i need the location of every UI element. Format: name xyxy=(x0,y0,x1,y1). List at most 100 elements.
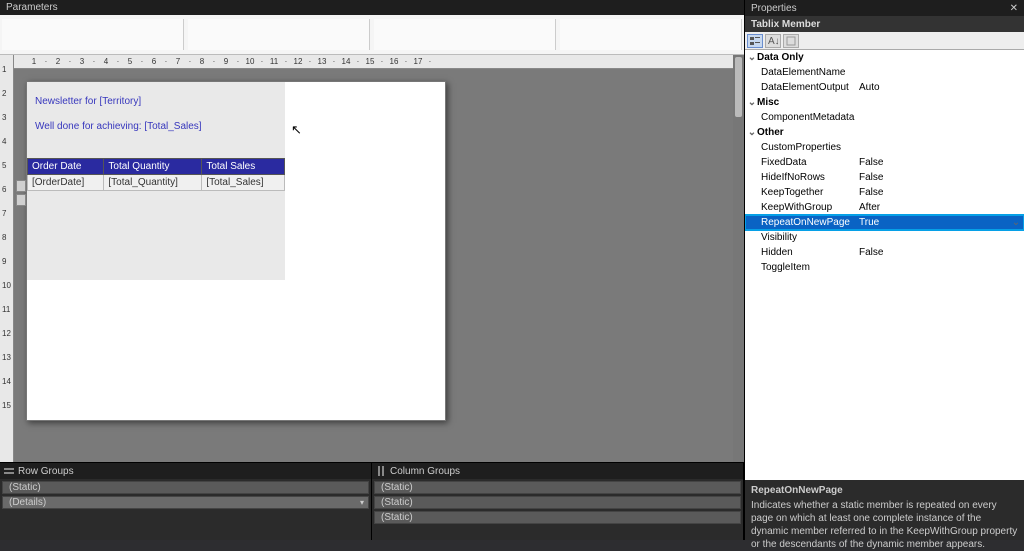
property-row[interactable]: CustomProperties xyxy=(745,140,1024,155)
property-category[interactable]: ⌄Data Only xyxy=(745,50,1024,65)
ruler-tick: 17 xyxy=(408,57,428,66)
column-group-item[interactable]: (Static) xyxy=(374,496,741,509)
property-name: ComponentMetadata xyxy=(745,112,855,123)
property-value[interactable]: False xyxy=(855,247,1024,258)
parameter-cell[interactable] xyxy=(560,19,742,50)
dropdown-icon[interactable]: ⌄ xyxy=(1008,217,1024,228)
close-icon[interactable]: ✕ xyxy=(1010,3,1018,14)
chevron-down-icon[interactable]: ▾ xyxy=(360,498,364,507)
column-header[interactable]: Total Sales xyxy=(202,159,285,175)
textbox-newsletter-subtitle[interactable]: Well done for achieving: [Total_Sales] xyxy=(35,121,277,132)
property-row[interactable]: DataElementName xyxy=(745,65,1024,80)
property-row[interactable]: KeepTogetherFalse xyxy=(745,185,1024,200)
data-cell[interactable]: [Total_Sales] xyxy=(202,175,285,191)
row-groups-header: Row Groups xyxy=(0,463,371,479)
property-category[interactable]: ⌄Misc xyxy=(745,95,1024,110)
ruler-tick: 2 xyxy=(2,89,6,98)
column-header[interactable]: Order Date xyxy=(28,159,104,175)
data-cell[interactable]: [OrderDate] xyxy=(28,175,104,191)
property-row[interactable]: DataElementOutputAuto xyxy=(745,80,1024,95)
svg-text:A↓: A↓ xyxy=(768,36,778,46)
property-name: DataElementName xyxy=(745,67,855,78)
property-category[interactable]: ⌄Other xyxy=(745,125,1024,140)
column-header[interactable]: Total Quantity xyxy=(104,159,202,175)
property-name: RepeatOnNewPage xyxy=(745,217,855,228)
report-page[interactable]: Newsletter for [Territory] Well done for… xyxy=(26,81,446,421)
textbox-newsletter-title[interactable]: Newsletter for [Territory] xyxy=(35,96,277,107)
properties-title: Properties xyxy=(751,3,797,14)
property-row[interactable]: Visibility xyxy=(745,230,1024,245)
property-row[interactable]: ToggleItem xyxy=(745,260,1024,275)
parameter-cell[interactable] xyxy=(374,19,556,50)
expand-icon[interactable]: ⌄ xyxy=(747,97,757,108)
parameters-title: Parameters xyxy=(0,2,64,13)
row-group-item[interactable]: (Details)▾ xyxy=(2,496,369,509)
ruler-tick: 2 xyxy=(48,57,68,66)
property-row[interactable]: RepeatOnNewPageTrue⌄ xyxy=(745,215,1024,230)
property-value[interactable]: False xyxy=(855,157,1024,168)
property-name: FixedData xyxy=(745,157,855,168)
alphabetical-button[interactable]: A↓ xyxy=(765,34,781,48)
property-pages-button[interactable] xyxy=(783,34,799,48)
property-name: Hidden xyxy=(745,247,855,258)
vertical-ruler: 123456789101112131415 xyxy=(0,55,14,462)
ruler-tick: 6 xyxy=(2,185,6,194)
property-description-title: RepeatOnNewPage xyxy=(751,484,1018,497)
ruler-tick: 4 xyxy=(2,137,6,146)
ruler-tick: 11 xyxy=(2,305,10,314)
property-value[interactable]: Auto xyxy=(855,82,1024,93)
expand-icon[interactable]: ⌄ xyxy=(747,52,757,63)
ruler-tick: 1 xyxy=(24,57,44,66)
column-group-item[interactable]: (Static) xyxy=(374,511,741,524)
scrollbar-thumb[interactable] xyxy=(735,57,742,117)
property-value[interactable]: After xyxy=(855,202,1024,213)
ruler-tick: 11 xyxy=(264,57,284,66)
parameters-panel-header: Parameters xyxy=(0,0,744,15)
property-row[interactable]: ComponentMetadata xyxy=(745,110,1024,125)
row-group-item[interactable]: (Static) xyxy=(2,481,369,494)
data-cell[interactable]: [Total_Quantity] xyxy=(104,175,202,191)
property-name: KeepTogether xyxy=(745,187,855,198)
property-value[interactable]: False xyxy=(855,172,1024,183)
row-groups-title: Row Groups xyxy=(18,466,74,477)
tablix[interactable]: Order Date Total Quantity Total Sales [O… xyxy=(27,158,285,191)
parameters-strip[interactable] xyxy=(0,15,744,55)
ruler-tick: 6 xyxy=(144,57,164,66)
row-handle[interactable] xyxy=(16,194,26,206)
ruler-tick: 9 xyxy=(2,257,6,266)
property-grid[interactable]: ⌄Data Only DataElementName DataElementOutp… xyxy=(745,50,1024,480)
column-groups-icon xyxy=(376,466,386,476)
ruler-tick: 1 xyxy=(2,65,6,74)
ruler-tick: 10 xyxy=(240,57,260,66)
property-row[interactable]: FixedDataFalse xyxy=(745,155,1024,170)
parameter-cell[interactable] xyxy=(188,19,370,50)
properties-subject[interactable]: Tablix Member xyxy=(745,16,1024,32)
property-name: KeepWithGroup xyxy=(745,202,855,213)
parameter-cell[interactable] xyxy=(2,19,184,50)
ruler-tick: 16 xyxy=(384,57,404,66)
ruler-tick: 10 xyxy=(2,281,11,290)
property-name: HideIfNoRows xyxy=(745,172,855,183)
row-groups-icon xyxy=(4,466,14,476)
design-canvas[interactable]: Newsletter for [Territory] Well done for… xyxy=(14,69,733,462)
expand-icon[interactable]: ⌄ xyxy=(747,127,757,138)
property-row[interactable]: HideIfNoRowsFalse xyxy=(745,170,1024,185)
ruler-tick: 12 xyxy=(288,57,308,66)
ruler-tick: 8 xyxy=(2,233,6,242)
row-handle[interactable] xyxy=(16,180,26,192)
property-row[interactable]: KeepWithGroupAfter xyxy=(745,200,1024,215)
ruler-tick: 5 xyxy=(120,57,140,66)
categorized-button[interactable] xyxy=(747,34,763,48)
property-name: ToggleItem xyxy=(745,262,855,273)
property-value[interactable]: True xyxy=(855,217,1008,228)
vertical-scrollbar[interactable] xyxy=(733,55,744,462)
column-group-item[interactable]: (Static) xyxy=(374,481,741,494)
ruler-tick: 13 xyxy=(2,353,11,362)
horizontal-ruler: 1·2·3·4·5·6·7·8·9·10·11·12·13·14·15·16·1… xyxy=(14,55,733,69)
ruler-tick: 13 xyxy=(312,57,332,66)
property-name: DataElementOutput xyxy=(745,82,855,93)
property-value[interactable]: False xyxy=(855,187,1024,198)
ruler-tick: 8 xyxy=(192,57,212,66)
property-row[interactable]: HiddenFalse xyxy=(745,245,1024,260)
column-groups-title: Column Groups xyxy=(390,466,460,477)
